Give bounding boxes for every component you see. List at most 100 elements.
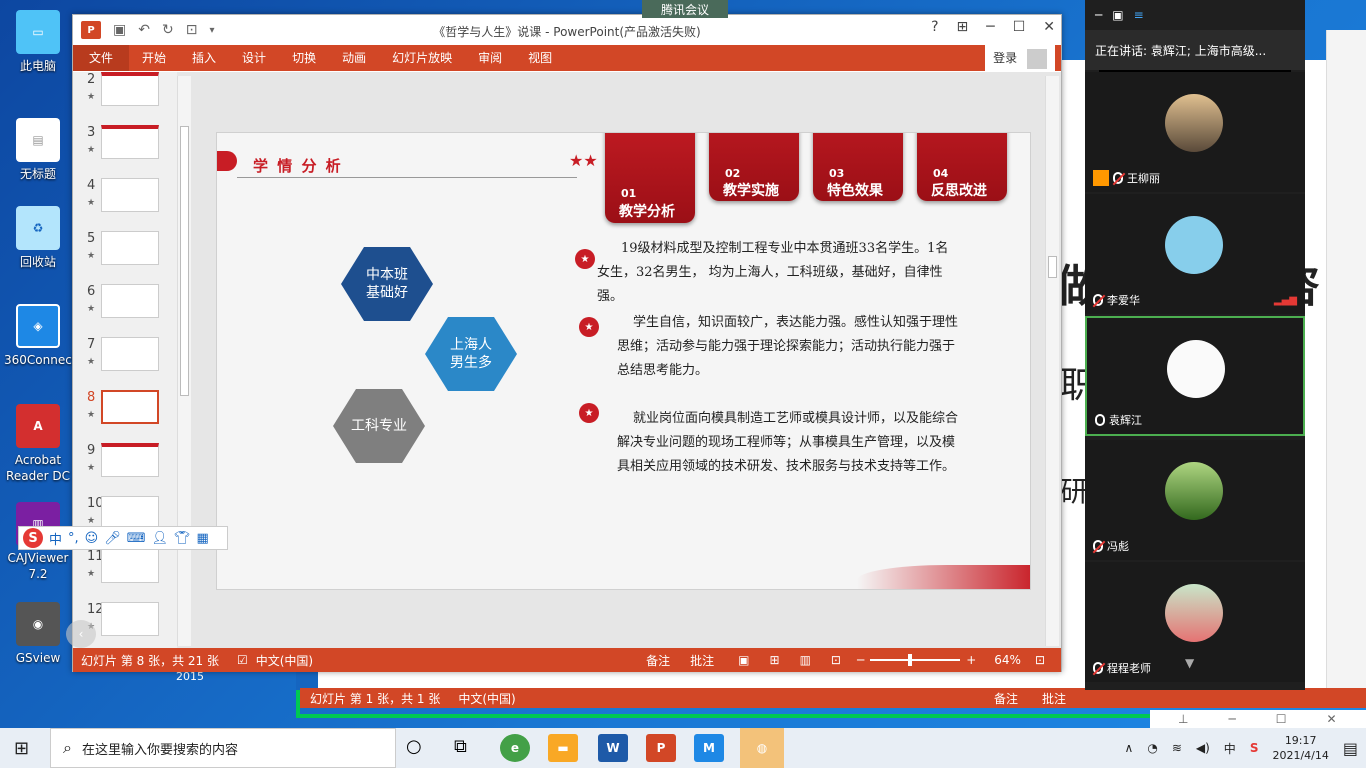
tab-review[interactable]: 审阅	[465, 45, 515, 71]
slide-thumbnail[interactable]: 7 ★	[79, 337, 175, 377]
taskbar-search[interactable]: ⌕ 在这里输入你要搜索的内容	[50, 728, 396, 768]
help-icon[interactable]: ?	[931, 19, 938, 35]
undo-icon[interactable]: ↶	[138, 22, 150, 38]
pin-icon[interactable]: ⊥	[1178, 712, 1188, 726]
ribbon-display-icon[interactable]: ⊞	[957, 19, 969, 35]
participant-tile[interactable]: 冯彪	[1085, 440, 1305, 560]
user-icon[interactable]: 👤︎	[152, 531, 169, 546]
slide-thumbnail[interactable]: 9 ★	[79, 443, 175, 483]
slideshow-icon[interactable]: ⊡	[831, 653, 841, 667]
search-input[interactable]: 在这里输入你要搜索的内容	[82, 739, 238, 758]
zoom-in-icon[interactable]: +	[966, 653, 976, 667]
desktop-icon-this-pc[interactable]: ▭ 此电脑	[4, 10, 72, 74]
tab-design[interactable]: 设计	[229, 45, 279, 71]
participant-tile[interactable]: 程程老师 ▼	[1085, 562, 1305, 682]
skin-icon[interactable]: 👕︎	[174, 531, 191, 546]
tab-teaching-implementation[interactable]: 02 教学实施	[709, 133, 799, 201]
zoom-level[interactable]: 64%	[994, 653, 1021, 667]
login-button[interactable]: 登录	[985, 45, 1055, 71]
fit-slide-icon[interactable]: ⊡	[1035, 653, 1045, 667]
zoom-out-icon[interactable]: ─	[857, 653, 864, 667]
ime-indicator[interactable]: 中	[1224, 740, 1236, 757]
customize-toolbar-icon[interactable]: ▾	[209, 25, 214, 36]
chevron-down-icon[interactable]: ▼	[1185, 656, 1194, 670]
desktop-icon-recycle-bin[interactable]: ♻ 回收站	[4, 206, 72, 270]
tab-reflection-improvement[interactable]: 04 反思改进	[917, 133, 1007, 201]
cortana-icon[interactable]: ○	[406, 736, 422, 757]
desktop-icon-untitled[interactable]: ▤ 无标题	[4, 118, 72, 182]
sogou-tray-icon[interactable]: S	[1250, 741, 1259, 755]
task-view-icon[interactable]: ⧉	[454, 736, 467, 757]
volume-icon[interactable]: ◀)	[1196, 741, 1210, 755]
maximize-icon[interactable]: ☐	[1013, 19, 1026, 35]
slide-scrollbar[interactable]	[1045, 76, 1059, 646]
zoom-slider[interactable]	[870, 654, 961, 666]
bg-scrollbar[interactable]	[1326, 30, 1366, 690]
participant-tile-active[interactable]: 袁辉江	[1085, 316, 1305, 436]
slide-canvas[interactable]: 学 情 分 析 ★★ 01 教学分析 02 教学实施 03 特色效果 04 反思…	[216, 132, 1031, 590]
minimize-icon[interactable]: ─	[1228, 712, 1235, 726]
maximize-icon[interactable]: ☐	[1276, 712, 1287, 726]
wechat-icon[interactable]: ◍	[740, 728, 784, 768]
notification-icon[interactable]: ▤	[1343, 739, 1358, 758]
tab-features-effects[interactable]: 03 特色效果	[813, 133, 903, 201]
slide-thumbnail[interactable]: 4 ★	[79, 178, 175, 218]
punctuation-icon[interactable]: °,	[68, 531, 79, 546]
tab-animations[interactable]: 动画	[329, 45, 379, 71]
chevron-up-icon[interactable]: ∧	[1125, 741, 1134, 755]
slide-thumbnail[interactable]: 11 ★	[79, 549, 175, 589]
desktop-icon-acrobat[interactable]: A Acrobat Reader DC	[4, 404, 72, 484]
bg-language[interactable]: 中文(中国)	[458, 690, 515, 707]
meeting-badge[interactable]: 腾讯会议	[642, 0, 728, 18]
toolbox-icon[interactable]: ▦	[197, 531, 209, 546]
comments-button[interactable]: 批注	[690, 652, 714, 669]
tab-file[interactable]: 文件	[73, 45, 130, 71]
emoji-icon[interactable]: ☺	[85, 531, 99, 546]
slide-thumbnail[interactable]: 5 ★	[79, 231, 175, 271]
start-slideshow-icon[interactable]: ⊡	[186, 22, 198, 38]
thumbnail-scrollbar[interactable]	[177, 76, 191, 646]
slide-thumbnail[interactable]: 6 ★	[79, 284, 175, 324]
ime-mode[interactable]: 中	[49, 529, 62, 548]
clock[interactable]: 19:17 2021/4/14	[1272, 733, 1328, 763]
file-explorer-icon[interactable]: ▬	[548, 734, 578, 762]
redo-icon[interactable]: ↻	[162, 22, 174, 38]
sogou-icon[interactable]: S	[23, 528, 43, 548]
bg-comments-button[interactable]: 批注	[1042, 690, 1066, 707]
minimize-icon[interactable]: ─	[986, 19, 994, 35]
slide-sorter-icon[interactable]: ⊞	[770, 653, 780, 667]
word-icon[interactable]: W	[598, 734, 628, 762]
tab-view[interactable]: 视图	[515, 45, 565, 71]
browser-icon[interactable]: e	[500, 734, 530, 762]
language-indicator[interactable]: 中文(中国)	[256, 652, 313, 669]
normal-view-icon[interactable]: ▣	[738, 653, 749, 667]
minimize-icon[interactable]: ─	[1095, 8, 1102, 22]
chevron-left-icon[interactable]: ‹	[66, 620, 96, 648]
spellcheck-icon[interactable]: ☑	[237, 653, 248, 667]
desktop-icon-360connect[interactable]: ◈ 360Connect	[4, 304, 77, 368]
powerpoint-icon[interactable]: P	[646, 734, 676, 762]
tab-teaching-analysis[interactable]: 01 教学分析	[605, 133, 695, 223]
slide-thumbnail[interactable]: 3 ★	[79, 125, 175, 165]
slide-thumbnail-selected[interactable]: 8 ★	[79, 390, 175, 430]
participant-tile[interactable]: 李爱华 ▂▄▆	[1085, 194, 1305, 314]
slide-thumbnail[interactable]: 2 ★	[79, 72, 175, 112]
tencent-meeting-icon[interactable]: M	[694, 734, 724, 762]
tab-insert[interactable]: 插入	[179, 45, 229, 71]
save-icon[interactable]: ▣	[113, 22, 126, 38]
close-icon[interactable]: ✕	[1326, 712, 1336, 726]
microphone-icon[interactable]: 🎤︎	[104, 531, 121, 546]
notes-button[interactable]: 备注	[646, 652, 670, 669]
bg-notes-button[interactable]: 备注	[994, 690, 1018, 707]
menu-icon[interactable]: ≡	[1134, 8, 1144, 22]
keyboard-icon[interactable]: ⌨	[127, 531, 146, 546]
tab-home[interactable]: 开始	[129, 45, 179, 71]
close-icon[interactable]: ✕	[1043, 19, 1055, 35]
tab-transitions[interactable]: 切换	[279, 45, 329, 71]
windows-start-icon[interactable]: ⊞	[14, 738, 29, 759]
desktop-icon-gsview[interactable]: ◉ GSview	[4, 602, 72, 666]
reading-view-icon[interactable]: ▥	[800, 653, 811, 667]
tab-slideshow[interactable]: 幻灯片放映	[379, 45, 465, 71]
window-icon[interactable]: ▣	[1112, 8, 1123, 22]
network-icon[interactable]: ◔	[1147, 741, 1157, 755]
